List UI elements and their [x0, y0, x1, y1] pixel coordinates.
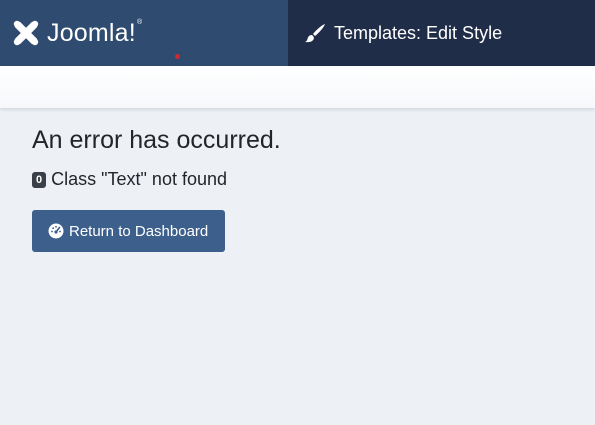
error-code-badge: 0: [32, 171, 47, 188]
page-title-bar: Templates: Edit Style: [288, 0, 595, 66]
return-button-label: Return to Dashboard: [69, 222, 209, 240]
dashboard-icon: [48, 223, 64, 239]
paint-brush-icon: [304, 23, 326, 43]
toolbar: [0, 66, 595, 108]
brand[interactable]: Joomla!®: [0, 0, 288, 66]
joomla-logo-icon: [11, 18, 41, 48]
brand-name-text: Joomla!: [47, 18, 136, 47]
brand-name: Joomla!®: [47, 18, 143, 47]
error-heading: An error has occurred.: [32, 126, 281, 154]
status-indicator: [175, 54, 180, 59]
page-title: Templates: Edit Style: [334, 22, 503, 43]
error-content: An error has occurred. 0 Class "Text" no…: [32, 126, 281, 252]
return-to-dashboard-button[interactable]: Return to Dashboard: [32, 210, 226, 252]
error-message-text: Class "Text" not found: [51, 169, 227, 189]
header: Joomla!® Templates: Edit Style: [0, 0, 595, 66]
error-message: 0 Class "Text" not found: [32, 169, 281, 190]
registered-mark: ®: [136, 18, 143, 26]
